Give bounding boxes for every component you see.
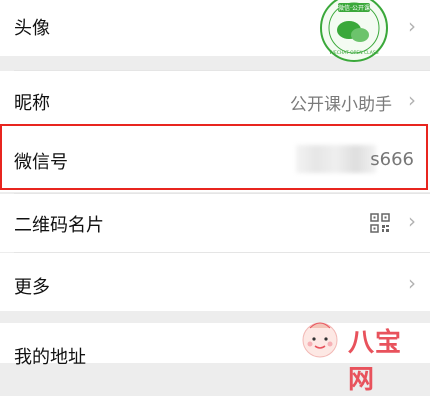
chevron-right-icon: › — [408, 271, 416, 295]
chevron-right-icon: › — [408, 209, 416, 233]
highlight-frame — [0, 124, 428, 190]
svg-text:微信·公开课: 微信·公开课 — [338, 4, 370, 12]
nickname-label: 昵称 — [14, 93, 50, 114]
nickname-row[interactable]: 昵称 公开课小助手 › — [0, 71, 430, 131]
avatar: 微信·公开课 WECHAT OPEN CLASS — [320, 0, 388, 62]
wechat-open-class-logo-icon: 微信·公开课 WECHAT OPEN CLASS — [320, 0, 388, 62]
more-row[interactable]: 更多 › — [0, 253, 430, 311]
chevron-right-icon: › — [408, 14, 416, 38]
baby-face-icon — [302, 322, 338, 358]
chevron-right-icon: › — [408, 88, 416, 112]
watermark-text: 八宝网 — [348, 328, 403, 395]
svg-text:WECHAT OPEN CLASS: WECHAT OPEN CLASS — [329, 50, 378, 56]
nickname-value: 公开课小助手 — [290, 95, 392, 115]
watermark: 八宝网 — [298, 316, 426, 395]
qrcode-label: 二维码名片 — [14, 215, 104, 236]
more-label: 更多 — [14, 277, 50, 298]
qrcode-row[interactable]: 二维码名片 › — [0, 194, 430, 252]
qrcode-icon — [370, 213, 390, 237]
avatar-row[interactable]: 头像 微信·公开课 WECHAT OPEN CLASS › — [0, 0, 430, 62]
avatar-label: 头像 — [14, 18, 50, 39]
address-label: 我的地址 — [14, 347, 86, 368]
